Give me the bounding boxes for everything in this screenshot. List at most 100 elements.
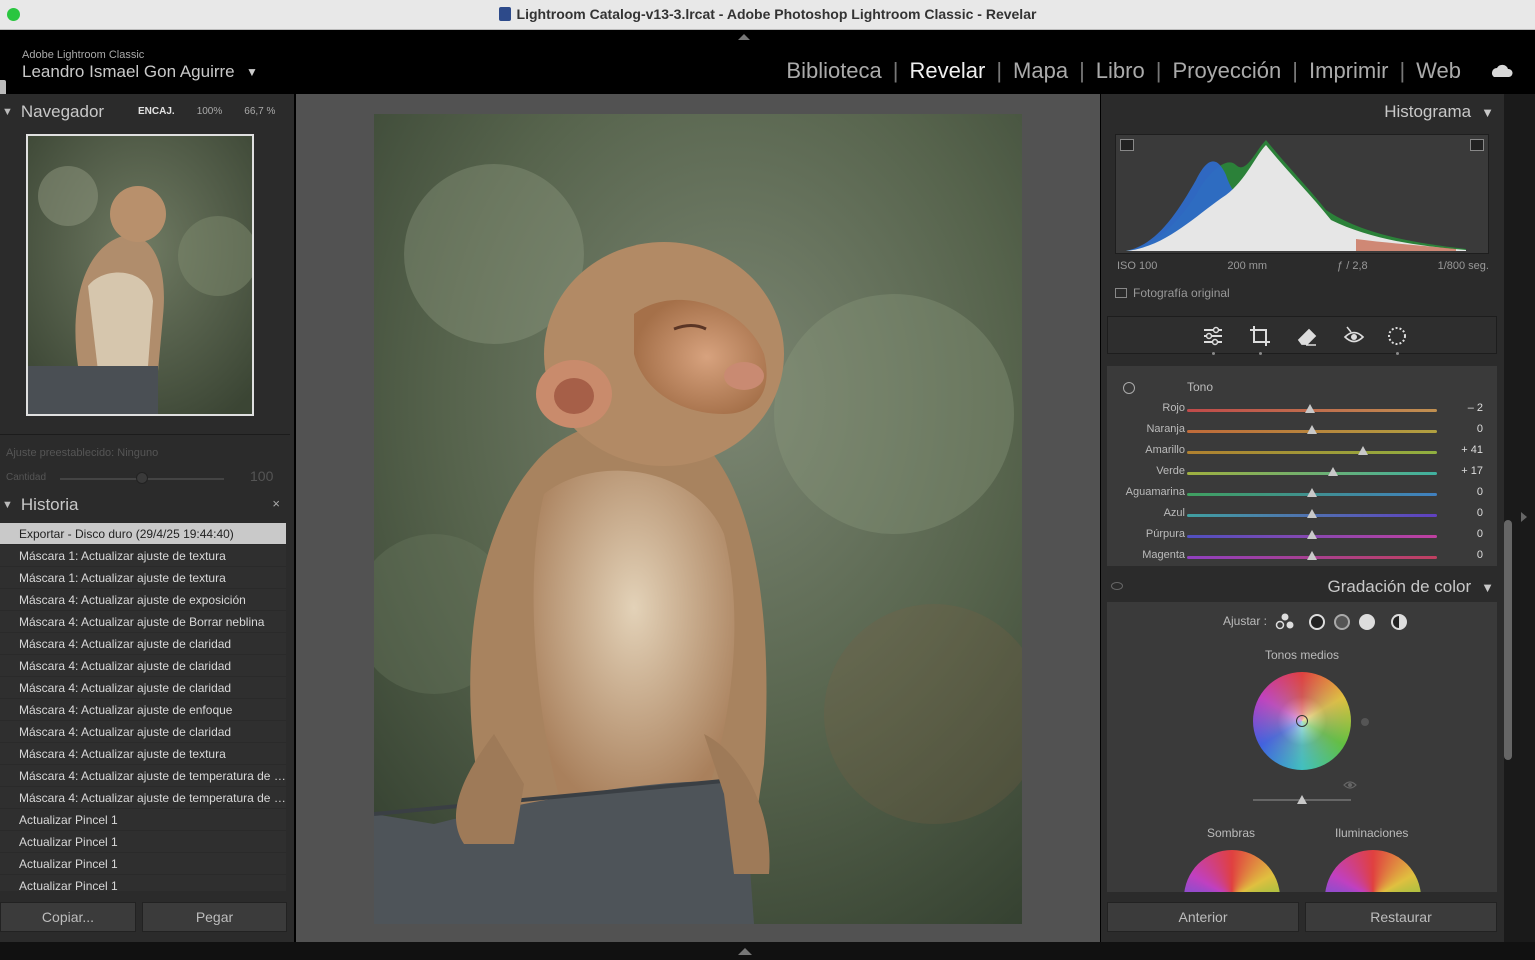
hsl-slider-knob[interactable] (1307, 530, 1317, 539)
hsl-slider-knob[interactable] (1304, 404, 1315, 413)
module-biblioteca[interactable]: Biblioteca (786, 58, 881, 84)
hsl-slider-knob[interactable] (1307, 551, 1317, 560)
global-view-icon[interactable] (1391, 614, 1407, 630)
paste-button[interactable]: Pegar (142, 902, 287, 932)
module-imprimir[interactable]: Imprimir (1309, 58, 1388, 84)
tool-indicator-dot (1396, 352, 1399, 355)
history-item[interactable]: Actualizar Pincel 1 (0, 853, 286, 875)
hsl-value[interactable]: 0 (1477, 507, 1483, 519)
visibility-eye-icon[interactable] (1111, 582, 1123, 590)
navigator-zoom-custom[interactable]: 66,7 % (244, 106, 275, 117)
history-item[interactable]: Actualizar Pincel 1 (0, 875, 286, 891)
hsl-value[interactable]: – 2 (1468, 402, 1483, 414)
hsl-slider-knob[interactable] (1328, 467, 1339, 476)
redeye-icon[interactable] (1343, 325, 1365, 347)
histogram-display[interactable] (1115, 134, 1489, 254)
hsl-slider-track[interactable] (1187, 472, 1437, 475)
navigator-collapse-icon[interactable]: ▼ (2, 106, 13, 118)
photo-canvas[interactable] (296, 94, 1100, 942)
eye-icon[interactable] (1343, 780, 1357, 790)
hsl-tone-section: Tono Rojo – 2 Naranja 0 Amarillo + 41 Verde + 1… (1107, 366, 1497, 566)
history-header[interactable]: ▼ Historia × (0, 490, 294, 520)
midtones-wheel-handle[interactable] (1296, 715, 1308, 727)
navigator-title: Navegador (20, 102, 105, 121)
module-revelar[interactable]: Revelar (910, 58, 986, 84)
histogram-header[interactable]: Histograma ▼ (1101, 94, 1504, 130)
hsl-slider-knob[interactable] (1358, 446, 1369, 455)
checkbox-box[interactable] (1115, 288, 1127, 298)
history-item[interactable]: Actualizar Pincel 1 (0, 831, 286, 853)
navigator-preview[interactable] (26, 134, 254, 416)
midtones-view-icon[interactable] (1334, 614, 1350, 630)
right-edge-strip (1504, 94, 1535, 942)
navigator-fit-option[interactable]: ENCAJ. (138, 106, 175, 117)
module-mapa[interactable]: Mapa (1013, 58, 1068, 84)
hsl-slider-knob[interactable] (1307, 425, 1317, 434)
module-separator: | (996, 58, 1003, 83)
history-item[interactable]: Máscara 4: Actualizar ajuste de temperat… (0, 765, 286, 787)
history-item[interactable]: Máscara 1: Actualizar ajuste de textura (0, 545, 286, 567)
hsl-slider-knob[interactable] (1307, 488, 1317, 497)
history-clear-icon[interactable]: × (272, 496, 280, 511)
sliders-icon[interactable] (1202, 325, 1224, 347)
copy-button[interactable]: Copiar... (0, 902, 136, 932)
history-item[interactable]: Máscara 4: Actualizar ajuste de claridad (0, 655, 286, 677)
main-photo[interactable] (374, 114, 1022, 924)
module-libro[interactable]: Libro (1096, 58, 1145, 84)
history-item[interactable]: Actualizar Pincel 1 (0, 809, 286, 831)
history-item[interactable]: Máscara 1: Actualizar ajuste de textura (0, 567, 286, 589)
top-panel-toggle-icon[interactable] (738, 34, 750, 40)
exif-aperture: ƒ / 2,8 (1337, 260, 1368, 272)
shadow-clipping-icon[interactable] (1120, 139, 1134, 151)
history-collapse-icon[interactable]: ▼ (2, 499, 13, 511)
mask-icon[interactable] (1386, 325, 1408, 347)
module-proyeccion[interactable]: Proyección (1172, 58, 1281, 84)
history-item[interactable]: Máscara 4: Actualizar ajuste de temperat… (0, 787, 286, 809)
crop-icon[interactable] (1249, 325, 1271, 347)
color-grading-collapse-icon[interactable]: ▼ (1481, 580, 1494, 595)
shadows-color-wheel[interactable] (1184, 850, 1280, 892)
histogram-collapse-icon[interactable]: ▼ (1481, 105, 1494, 120)
history-item[interactable]: Exportar - Disco duro (29/4/25 19:44:40) (0, 523, 286, 545)
reset-button[interactable]: Restaurar (1305, 902, 1497, 932)
hsl-value[interactable]: 0 (1477, 486, 1483, 498)
history-item[interactable]: Máscara 4: Actualizar ajuste de Borrar n… (0, 611, 286, 633)
target-adjust-icon[interactable] (1123, 382, 1135, 394)
midtones-luminance-knob[interactable] (1297, 795, 1307, 804)
history-item[interactable]: Máscara 4: Actualizar ajuste de enfoque (0, 699, 286, 721)
history-item[interactable]: Máscara 4: Actualizar ajuste de exposici… (0, 589, 286, 611)
document-icon (498, 7, 511, 21)
eraser-icon[interactable] (1296, 325, 1318, 347)
previous-button[interactable]: Anterior (1107, 902, 1299, 932)
filmstrip-toggle-icon[interactable] (738, 948, 752, 955)
history-item[interactable]: Máscara 4: Actualizar ajuste de claridad (0, 677, 286, 699)
right-panel-scrollbar[interactable] (1504, 520, 1512, 760)
history-item[interactable]: Máscara 4: Actualizar ajuste de textura (0, 743, 286, 765)
highlight-clipping-icon[interactable] (1470, 139, 1484, 151)
three-way-view-icon[interactable] (1275, 612, 1295, 632)
identity-user-name[interactable]: Leandro Ismael Gon Aguirre (22, 62, 235, 82)
hsl-slider-knob[interactable] (1307, 509, 1317, 518)
cloud-sync-icon[interactable] (1489, 64, 1513, 78)
hsl-value[interactable]: 0 (1477, 528, 1483, 540)
navigator-zoom-100[interactable]: 100% (197, 106, 223, 117)
highlights-view-icon[interactable] (1359, 614, 1375, 630)
history-item[interactable]: Máscara 4: Actualizar ajuste de claridad (0, 721, 286, 743)
history-list[interactable]: Exportar - Disco duro (29/4/25 19:44:40)… (0, 523, 286, 891)
right-panel-toggle-icon[interactable] (1521, 512, 1527, 522)
hsl-slider-track[interactable] (1187, 451, 1437, 454)
hsl-label: Naranja (1146, 423, 1185, 435)
color-grading-header[interactable]: Gradación de color ▼ (1101, 570, 1504, 604)
shadows-view-icon[interactable] (1309, 614, 1325, 630)
module-web[interactable]: Web (1416, 58, 1461, 84)
hsl-value[interactable]: + 41 (1461, 444, 1483, 456)
identity-caret-icon[interactable]: ▼ (246, 65, 258, 79)
hsl-value[interactable]: 0 (1477, 549, 1483, 561)
hsl-value[interactable]: 0 (1477, 423, 1483, 435)
amount-slider-knob[interactable] (136, 472, 148, 484)
saturation-handle-dot[interactable] (1361, 718, 1369, 726)
history-item[interactable]: Máscara 4: Actualizar ajuste de claridad (0, 633, 286, 655)
hsl-value[interactable]: + 17 (1461, 465, 1483, 477)
highlights-color-wheel[interactable] (1325, 850, 1421, 892)
original-photo-checkbox[interactable]: Fotografía original (1115, 286, 1230, 300)
